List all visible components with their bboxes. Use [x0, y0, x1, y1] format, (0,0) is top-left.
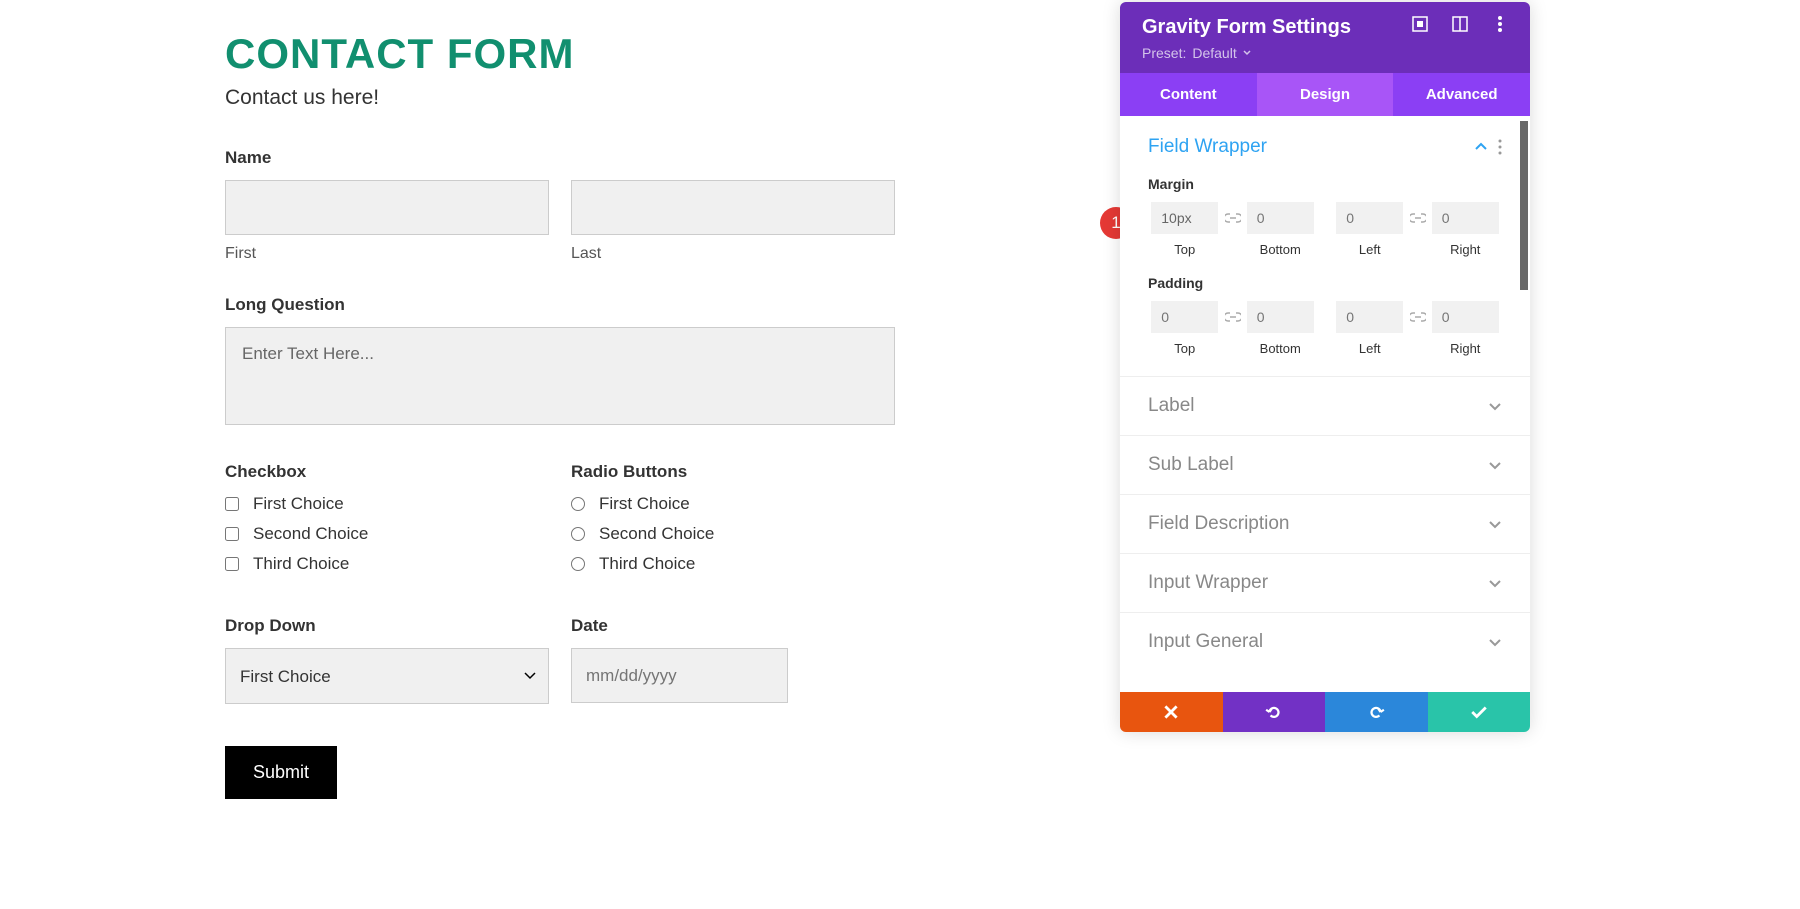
margin-bottom-input[interactable]: [1247, 202, 1314, 234]
accordion-header-label[interactable]: Label: [1148, 395, 1502, 417]
padding-right-input[interactable]: [1432, 301, 1499, 333]
tab-advanced[interactable]: Advanced: [1393, 73, 1530, 116]
redo-icon: [1367, 703, 1385, 721]
scrollbar-thumb[interactable]: [1520, 121, 1528, 290]
dropdown-label: Drop Down: [225, 616, 549, 636]
margin-left-input[interactable]: [1336, 202, 1403, 234]
more-icon[interactable]: [1498, 139, 1502, 155]
margin-label: Margin: [1148, 176, 1502, 192]
accordion-header-field-wrapper[interactable]: Field Wrapper: [1148, 136, 1502, 158]
accordion-header-input-general[interactable]: Input General: [1148, 631, 1502, 653]
panel-tabs: Content Design Advanced: [1120, 73, 1530, 116]
padding-left-input[interactable]: [1336, 301, 1403, 333]
layout-icon[interactable]: [1452, 16, 1468, 32]
margin-top-input[interactable]: [1151, 202, 1218, 234]
redo-button[interactable]: [1325, 692, 1428, 732]
name-label: Name: [225, 148, 895, 168]
checkbox-block: Checkbox First Choice Second Choice Thir…: [225, 462, 549, 584]
panel-body[interactable]: Field Wrapper Margin Top: [1120, 116, 1530, 692]
first-name-input[interactable]: [225, 180, 549, 235]
accordion-header-sub-label[interactable]: Sub Label: [1148, 454, 1502, 476]
accordion-header-field-description[interactable]: Field Description: [1148, 513, 1502, 535]
panel-footer: [1120, 692, 1530, 732]
checkbox-option[interactable]: First Choice: [225, 494, 549, 514]
check-icon: [1470, 703, 1488, 721]
accordion-header-input-wrapper[interactable]: Input Wrapper: [1148, 572, 1502, 594]
long-question-block: Long Question: [225, 295, 895, 430]
form-subtitle: Contact us here!: [225, 86, 895, 110]
radio-option[interactable]: First Choice: [571, 494, 895, 514]
form-title: CONTACT FORM: [225, 30, 895, 78]
accordion-title: Field Wrapper: [1148, 136, 1267, 158]
checkbox-input[interactable]: [225, 557, 239, 571]
radio-input[interactable]: [571, 527, 585, 541]
close-icon: [1162, 703, 1180, 721]
link-icon[interactable]: [1407, 202, 1429, 234]
chevron-down-icon: [1488, 399, 1502, 413]
tab-content[interactable]: Content: [1120, 73, 1257, 116]
name-field-block: Name First Last: [225, 148, 895, 263]
first-sublabel: First: [225, 245, 549, 263]
radio-input[interactable]: [571, 557, 585, 571]
dropdown-block: Drop Down First Choice: [225, 616, 549, 704]
date-input[interactable]: [571, 648, 788, 703]
radio-input[interactable]: [571, 497, 585, 511]
padding-top-input[interactable]: [1151, 301, 1218, 333]
checkbox-option[interactable]: Second Choice: [225, 524, 549, 544]
undo-icon: [1265, 703, 1283, 721]
chevron-down-icon: [1243, 50, 1251, 56]
checkbox-label: Checkbox: [225, 462, 549, 482]
long-question-input[interactable]: [225, 327, 895, 425]
link-icon[interactable]: [1222, 301, 1244, 333]
accordion-label: Label: [1120, 377, 1530, 436]
chevron-down-icon: [1488, 576, 1502, 590]
chevron-down-icon: [1488, 458, 1502, 472]
preset-selector[interactable]: Preset: Default: [1142, 45, 1351, 61]
save-button[interactable]: [1428, 692, 1531, 732]
last-sublabel: Last: [571, 245, 895, 263]
date-block: Date: [571, 616, 895, 704]
submit-button[interactable]: Submit: [225, 746, 337, 799]
expand-icon[interactable]: [1412, 16, 1428, 32]
panel-header: Gravity Form Settings Preset: Default: [1120, 2, 1530, 73]
radio-label: Radio Buttons: [571, 462, 895, 482]
accordion-field-wrapper: Field Wrapper Margin Top: [1120, 116, 1530, 377]
last-name-input[interactable]: [571, 180, 895, 235]
accordion-field-description: Field Description: [1120, 495, 1530, 554]
contact-form-container: CONTACT FORM Contact us here! Name First…: [0, 0, 1120, 799]
undo-button[interactable]: [1223, 692, 1326, 732]
checkbox-input[interactable]: [225, 497, 239, 511]
panel-title: Gravity Form Settings: [1142, 16, 1351, 39]
chevron-up-icon: [1474, 140, 1488, 154]
accordion-input-wrapper: Input Wrapper: [1120, 554, 1530, 613]
padding-bottom-input[interactable]: [1247, 301, 1314, 333]
chevron-down-icon: [1488, 635, 1502, 649]
cancel-button[interactable]: [1120, 692, 1223, 732]
radio-block: Radio Buttons First Choice Second Choice…: [571, 462, 895, 584]
link-icon[interactable]: [1407, 301, 1429, 333]
padding-label: Padding: [1148, 275, 1502, 291]
long-question-label: Long Question: [225, 295, 895, 315]
chevron-down-icon: [1488, 517, 1502, 531]
radio-option[interactable]: Third Choice: [571, 554, 895, 574]
radio-option[interactable]: Second Choice: [571, 524, 895, 544]
more-icon[interactable]: [1492, 16, 1508, 32]
checkbox-option[interactable]: Third Choice: [225, 554, 549, 574]
tab-design[interactable]: Design: [1257, 73, 1394, 116]
checkbox-input[interactable]: [225, 527, 239, 541]
accordion-sub-label: Sub Label: [1120, 436, 1530, 495]
link-icon[interactable]: [1222, 202, 1244, 234]
settings-panel: Gravity Form Settings Preset: Default Co…: [1120, 2, 1530, 732]
accordion-input-general: Input General: [1120, 613, 1530, 671]
margin-right-input[interactable]: [1432, 202, 1499, 234]
date-label: Date: [571, 616, 895, 636]
dropdown-input[interactable]: First Choice: [225, 648, 549, 704]
